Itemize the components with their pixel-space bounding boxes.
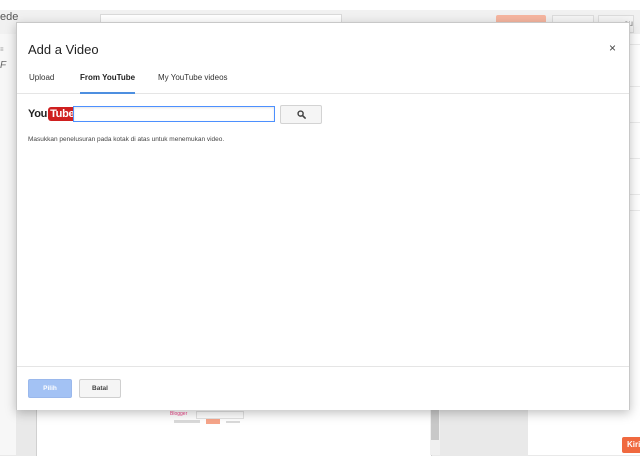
dialog-title: Add a Video bbox=[28, 42, 99, 57]
editor-preview-text bbox=[226, 421, 240, 423]
youtube-search-button[interactable] bbox=[280, 105, 322, 124]
tab-upload[interactable]: Upload bbox=[29, 73, 54, 91]
cancel-button[interactable]: Batal bbox=[79, 379, 121, 398]
editor-preview-button-thumb bbox=[206, 419, 220, 424]
send-feedback-button[interactable]: Kiri bbox=[622, 437, 640, 453]
search-hint-text: Masukkan penelusuran pada kotak di atas … bbox=[28, 136, 225, 143]
search-icon bbox=[296, 110, 306, 119]
tab-my-youtube-videos[interactable]: My YouTube videos bbox=[158, 73, 228, 91]
active-tab-indicator bbox=[80, 92, 136, 94]
scrollbar-thumb[interactable] bbox=[431, 406, 439, 440]
editor-left-toolbar bbox=[0, 34, 16, 455]
dialog-footer: Pilih Batal bbox=[17, 366, 629, 410]
editor-preview-field bbox=[196, 411, 244, 419]
editor-preview-logo: Blogger bbox=[170, 411, 188, 417]
youtube-logo: You Tube bbox=[28, 107, 77, 121]
select-button[interactable]: Pilih bbox=[28, 379, 72, 398]
tab-from-youtube[interactable]: From YouTube bbox=[80, 73, 136, 94]
dialog-tabs: Upload From YouTube My YouTube videos bbox=[17, 71, 629, 94]
editor-font-icon[interactable]: F bbox=[0, 60, 6, 71]
editor-format-icon[interactable]: ≡ bbox=[0, 47, 4, 53]
close-icon[interactable]: × bbox=[609, 41, 616, 55]
editor-preview-text bbox=[174, 420, 200, 423]
add-video-dialog: Add a Video × Upload From YouTube My You… bbox=[16, 22, 630, 410]
editor-top-strip bbox=[0, 0, 640, 10]
youtube-search-input[interactable] bbox=[73, 106, 275, 122]
tab-from-youtube-label: From YouTube bbox=[80, 73, 136, 82]
youtube-logo-you: You bbox=[28, 108, 48, 120]
